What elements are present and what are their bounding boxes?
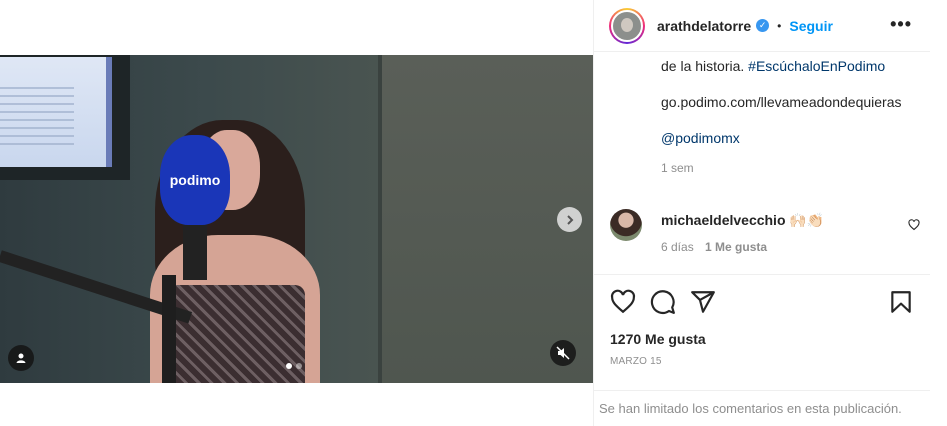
- post-media[interactable]: podimo: [0, 55, 593, 383]
- separator: •: [777, 18, 782, 33]
- carousel-dot: [296, 363, 302, 369]
- caption-line: de la historia. #EscúchaloEnPodimo: [661, 57, 916, 75]
- next-media-button[interactable]: [557, 207, 582, 232]
- comment-likes[interactable]: 1 Me gusta: [705, 240, 767, 254]
- author-username[interactable]: arathdelatorre: [657, 18, 751, 34]
- caption-text: de la historia.: [661, 58, 749, 74]
- avatar-image: [611, 9, 643, 42]
- heart-icon[interactable]: [908, 219, 920, 231]
- monitor-screen: [0, 57, 112, 167]
- comment-timestamp[interactable]: 6 días: [661, 240, 694, 254]
- post-side-panel: arathdelatorre ✓ • Seguir ••• de la hist…: [593, 0, 930, 426]
- post-header: arathdelatorre ✓ • Seguir •••: [594, 0, 930, 52]
- chevron-right-icon: [566, 214, 573, 225]
- instagram-post-view: podimo arathdelatorre ✓ • Seguir ••• de …: [0, 0, 947, 426]
- likes-count[interactable]: 1270 Me gusta: [610, 331, 706, 347]
- avatar[interactable]: [609, 7, 645, 44]
- post-actions: 1270 Me gusta MARZO 15: [594, 274, 930, 390]
- comments-limited-notice: Se han limitado los comentarios en esta …: [594, 390, 930, 426]
- panel-seam: [378, 55, 382, 383]
- user-tag-icon: [16, 353, 26, 363]
- mic-stand: [162, 275, 176, 383]
- microphone: podimo: [160, 135, 230, 225]
- comment-meta: 6 días 1 Me gusta: [661, 240, 901, 254]
- comment-line: michaeldelvecchio 🙌🏻👏🏻: [661, 212, 901, 229]
- post-date: MARZO 15: [610, 356, 662, 367]
- caption-url: go.podimo.com/llevameadondequieras: [661, 94, 902, 110]
- comment-body: michaeldelvecchio 🙌🏻👏🏻 6 días 1 Me gusta: [661, 212, 901, 254]
- caption-timestamp[interactable]: 1 sem: [661, 159, 916, 177]
- mic-body: [183, 220, 207, 280]
- mic-brand-label: podimo: [169, 172, 221, 188]
- comment-text: 🙌🏻👏🏻: [789, 212, 825, 228]
- heart-icon[interactable]: [610, 289, 636, 315]
- monitor: [0, 55, 130, 180]
- verified-badge-icon: ✓: [756, 19, 770, 32]
- follow-button[interactable]: Seguir: [789, 18, 833, 34]
- post-caption: de la historia. #EscúchaloEnPodimo go.po…: [661, 52, 916, 177]
- bookmark-icon[interactable]: [888, 289, 914, 315]
- hashtag-link[interactable]: #EscúchaloEnPodimo: [748, 58, 885, 74]
- caption-mention-line: @podimomx: [661, 129, 916, 147]
- commenter-avatar[interactable]: [610, 209, 642, 241]
- commenter-username[interactable]: michaeldelvecchio: [661, 212, 786, 228]
- share-icon[interactable]: [690, 289, 716, 315]
- mention-link[interactable]: @podimomx: [661, 130, 740, 146]
- carousel-dot: [286, 363, 292, 369]
- mute-button[interactable]: [550, 340, 576, 366]
- more-options-button[interactable]: •••: [890, 14, 912, 35]
- person-top: [165, 285, 305, 383]
- comment-icon[interactable]: [650, 289, 676, 315]
- tagged-users-button[interactable]: [8, 345, 34, 371]
- monitor-text: [0, 87, 74, 147]
- speaker-muted-icon: [556, 346, 570, 360]
- carousel-indicator: [286, 363, 302, 369]
